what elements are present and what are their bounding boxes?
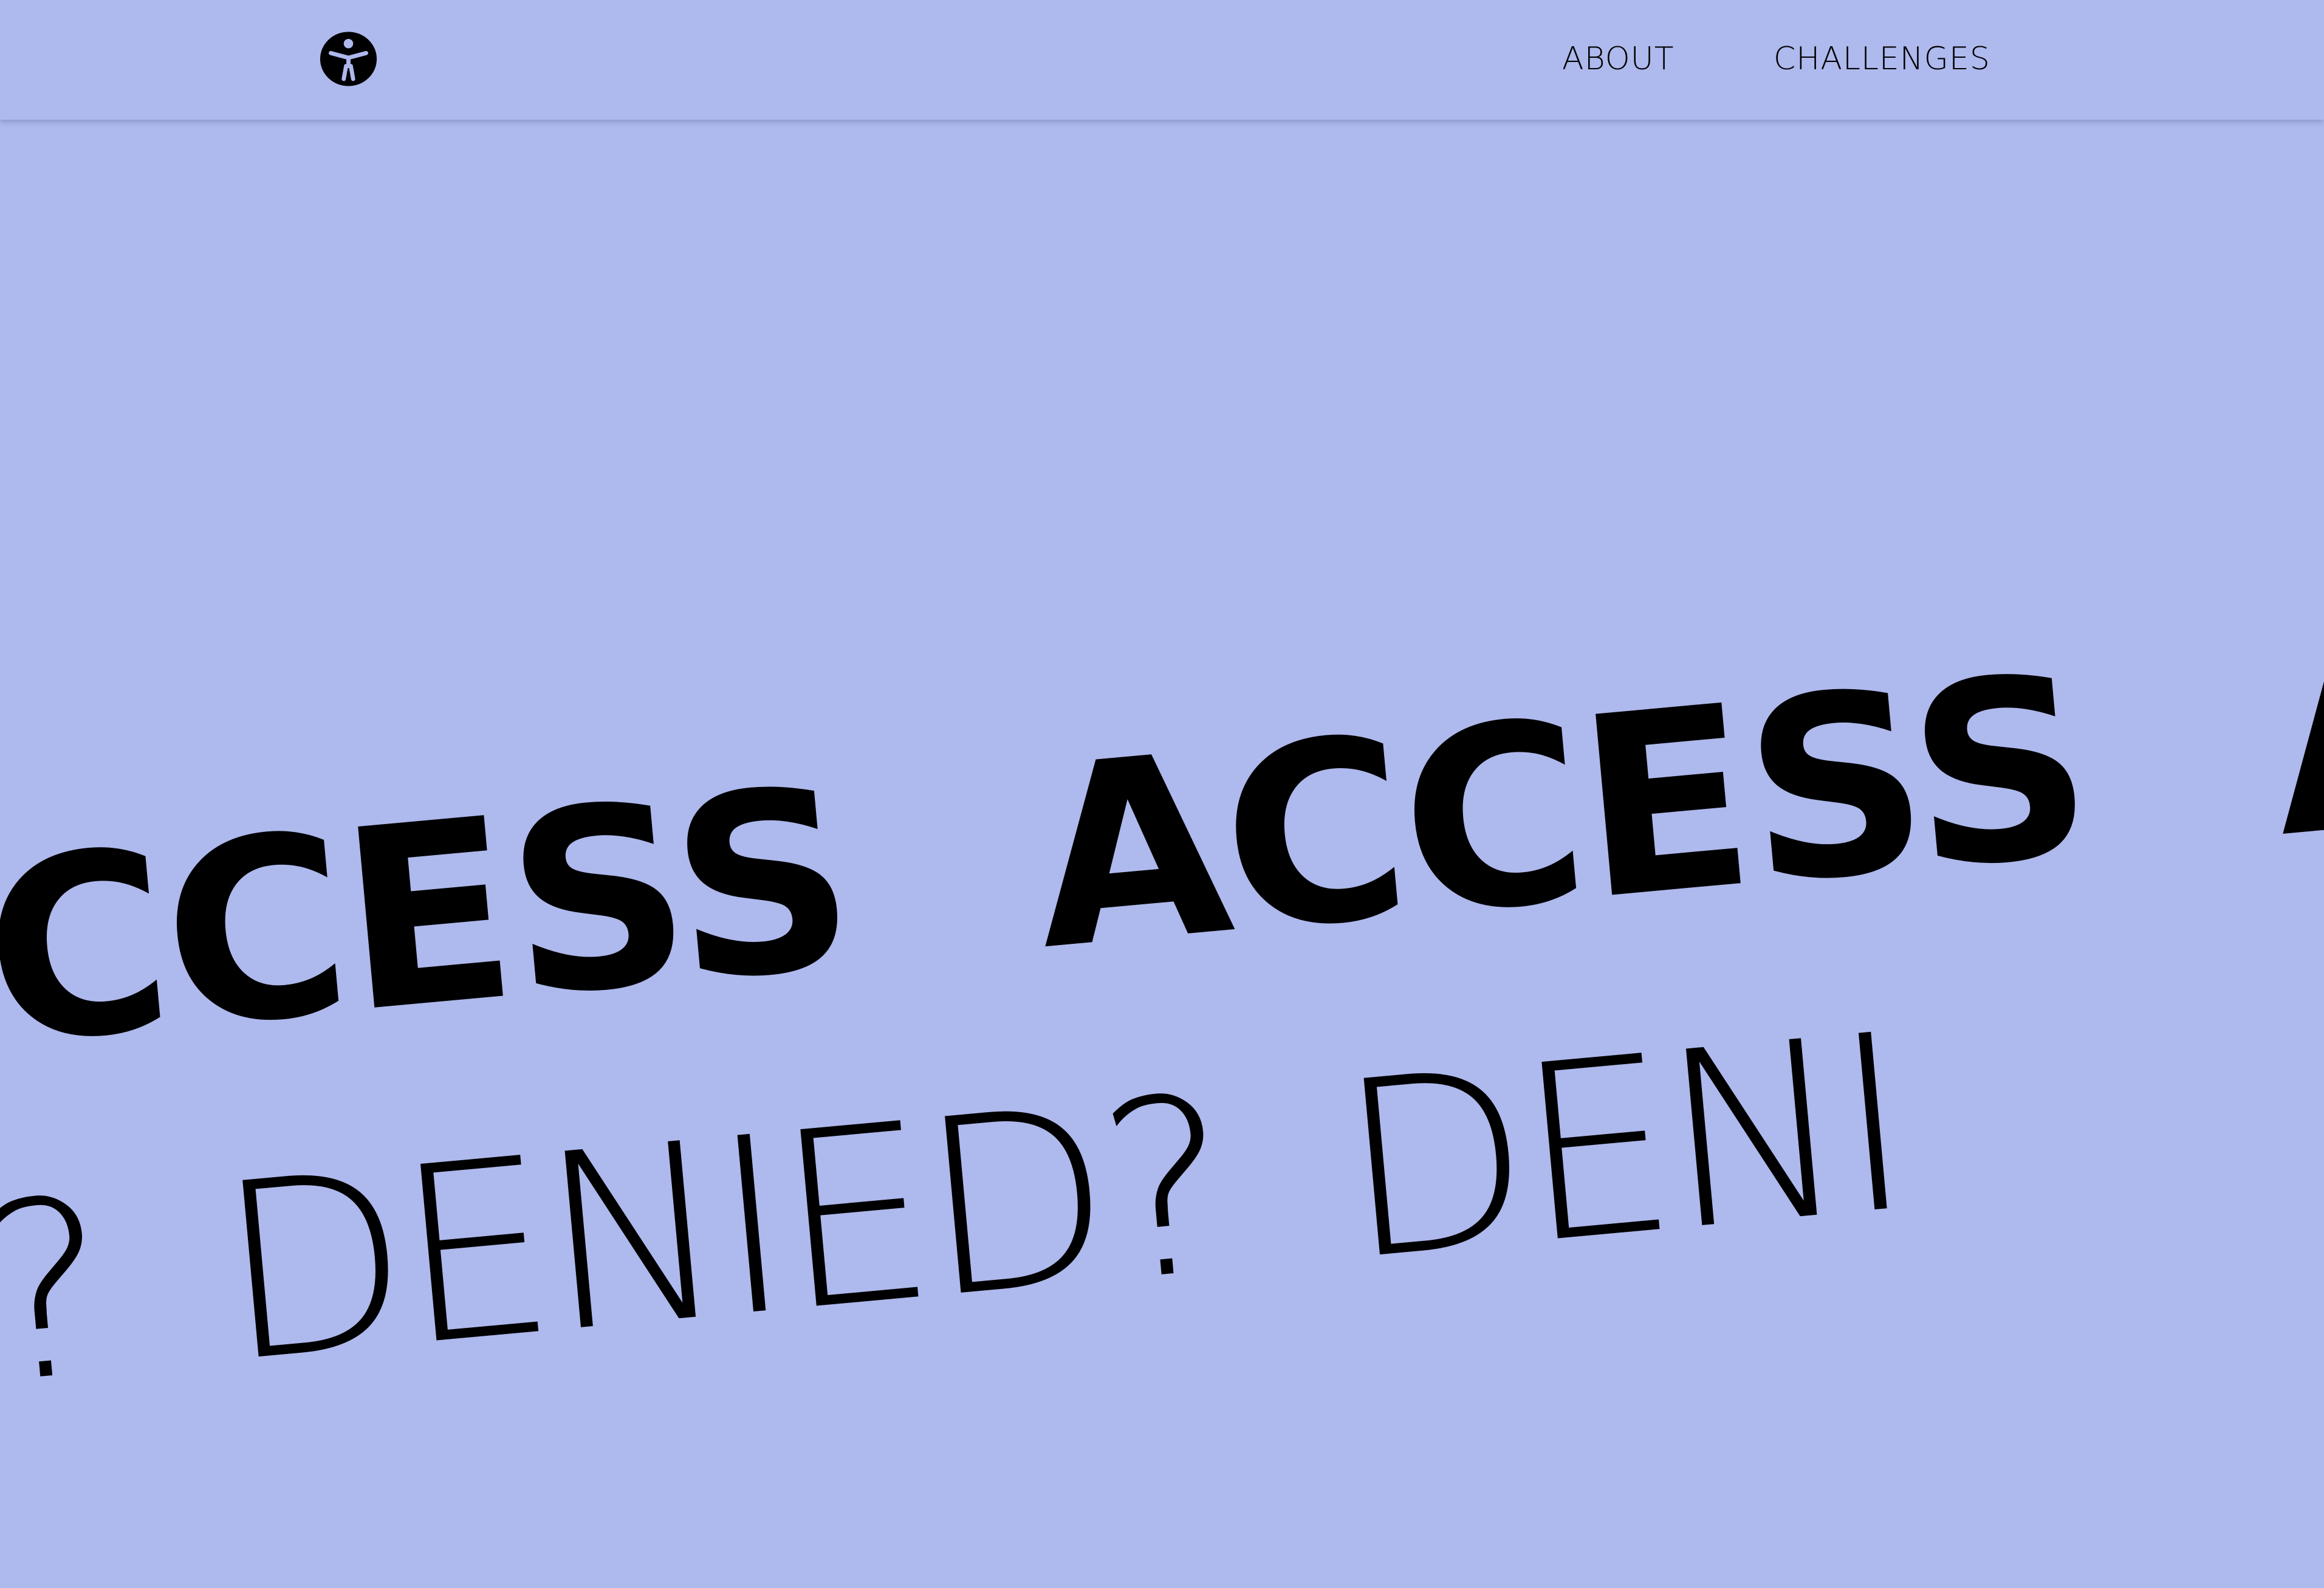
hero-marquee: CCESS ACCESS A ? DENIED? DENI [0,120,2324,1588]
nav-link-challenges[interactable]: CHALLENGES [1774,38,1990,80]
top-navbar: ABOUT CHALLENGES [0,0,2324,120]
nav-link-about[interactable]: ABOUT [1562,38,1674,80]
marquee-word: ? [0,1146,114,1439]
marquee-word: ACCESS [1023,620,2100,1006]
marquee-word: DENI [1330,982,1914,1315]
marquee-word: A [2260,586,2324,893]
accessibility-logo-icon[interactable] [319,30,378,88]
marquee-word: DENIED? [208,1044,1235,1417]
marquee-word: CCESS [0,733,862,1101]
